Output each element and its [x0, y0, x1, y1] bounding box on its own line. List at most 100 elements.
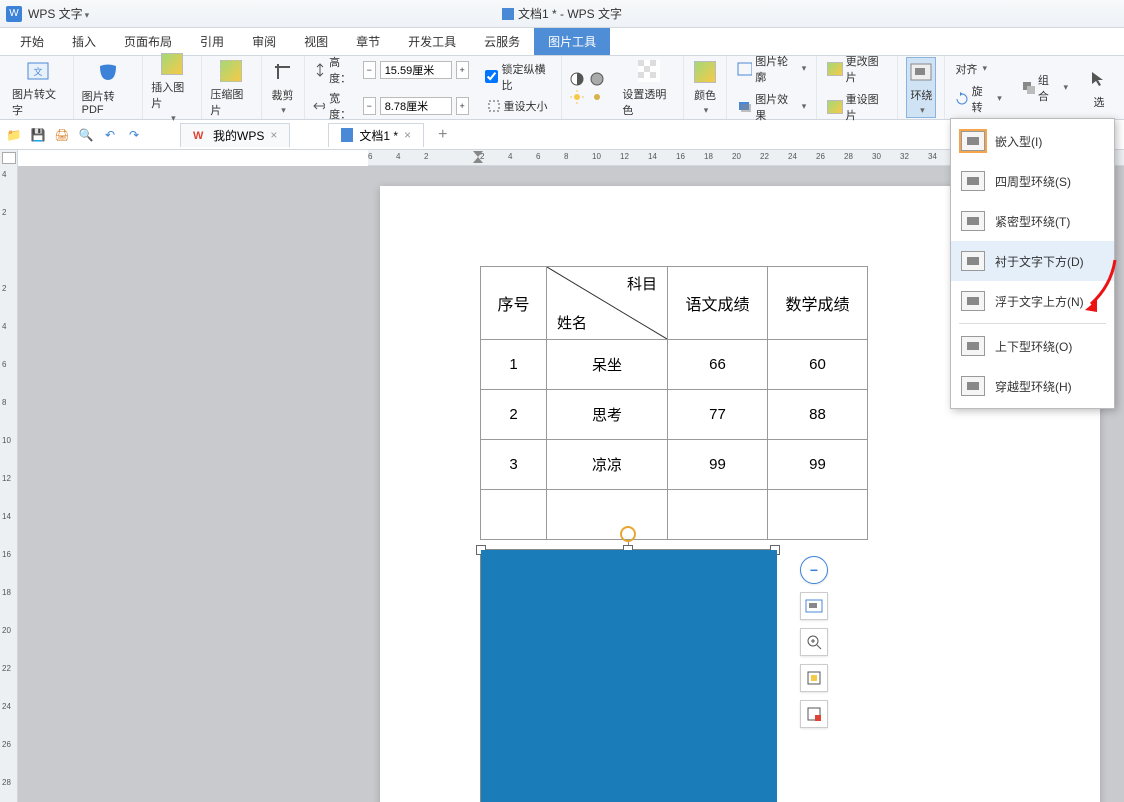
wrap-option-icon — [961, 376, 985, 396]
outline-button[interactable]: 图片轮廓 — [735, 52, 808, 86]
selected-image[interactable] — [480, 549, 776, 802]
close-icon[interactable]: × — [404, 128, 411, 142]
empty-cell[interactable] — [547, 490, 668, 540]
header-seq[interactable]: 序号 — [481, 267, 547, 340]
header-diagonal[interactable]: 科目 姓名 — [547, 267, 668, 340]
layout-button[interactable] — [800, 592, 828, 620]
contrast-down-icon[interactable] — [590, 72, 606, 86]
document-table[interactable]: 序号 科目 姓名 语文成绩 数学成绩 1呆坐66602思考77883凉凉9999 — [480, 266, 868, 540]
preview-icon[interactable]: 🔍 — [78, 127, 94, 143]
table-cell[interactable]: 1 — [481, 340, 547, 390]
wrap-option-label: 上下型环绕(O) — [995, 338, 1072, 355]
zoom-button[interactable] — [800, 628, 828, 656]
app-title[interactable]: WPS 文字 — [28, 5, 89, 22]
change-image-button[interactable]: 更改图片 — [825, 52, 889, 86]
rotate-handle[interactable] — [620, 526, 636, 542]
menu-tab-5[interactable]: 视图 — [290, 28, 342, 55]
wrap-option-label: 紧密型环绕(T) — [995, 213, 1070, 230]
insert-image-button[interactable]: 插入图片 — [151, 51, 193, 124]
menu-tab-4[interactable]: 审阅 — [238, 28, 290, 55]
ruler-tick: 10 — [2, 436, 11, 445]
image-icon — [827, 100, 842, 114]
compress-image-button[interactable]: 压缩图片 — [210, 58, 252, 118]
image-content — [481, 550, 777, 802]
ruler-tick: 2 — [2, 284, 6, 293]
print-icon[interactable]: 🖨 — [54, 127, 70, 143]
wrap-option-5[interactable]: 上下型环绕(O) — [951, 326, 1114, 366]
empty-cell[interactable] — [768, 490, 868, 540]
table-cell[interactable]: 思考 — [547, 390, 668, 440]
brightness-down-icon[interactable] — [590, 90, 606, 104]
reset-image-button[interactable]: 重设图片 — [825, 90, 889, 124]
table-cell[interactable]: 呆坐 — [547, 340, 668, 390]
table-cell[interactable]: 99 — [668, 440, 768, 490]
lock-ratio-checkbox[interactable] — [485, 70, 498, 83]
table-cell[interactable]: 凉凉 — [547, 440, 668, 490]
brightness-icon[interactable] — [570, 90, 586, 104]
width-increase[interactable]: + — [456, 97, 469, 115]
header-col3[interactable]: 数学成绩 — [768, 267, 868, 340]
contrast-icon[interactable] — [570, 72, 586, 86]
vertical-ruler[interactable]: 42246810121416182022242628 — [0, 150, 18, 802]
combine-button[interactable]: 组合 — [1020, 71, 1070, 105]
menu-tab-1[interactable]: 插入 — [58, 28, 110, 55]
table-cell[interactable]: 2 — [481, 390, 547, 440]
save-icon[interactable]: 💾 — [30, 127, 46, 143]
table-cell[interactable]: 60 — [768, 340, 868, 390]
collapse-button[interactable]: − — [800, 556, 828, 584]
menu-tab-6[interactable]: 章节 — [342, 28, 394, 55]
table-cell[interactable]: 99 — [768, 440, 868, 490]
new-tab-button[interactable]: + — [438, 126, 447, 144]
wrap-button[interactable]: 环绕 — [906, 57, 936, 118]
menu-tab-7[interactable]: 开发工具 — [394, 28, 470, 55]
menu-tab-3[interactable]: 引用 — [186, 28, 238, 55]
wrap-option-0[interactable]: 嵌入型(I) — [951, 121, 1114, 161]
table-cell[interactable]: 66 — [668, 340, 768, 390]
undo-icon[interactable]: ↶ — [102, 127, 118, 143]
table-cell[interactable]: 88 — [768, 390, 868, 440]
redo-icon[interactable]: ↷ — [126, 127, 142, 143]
menu-tab-8[interactable]: 云服务 — [470, 28, 534, 55]
ruler-tick: 4 — [2, 170, 6, 179]
label: 更改图片 — [846, 53, 888, 85]
empty-cell[interactable] — [668, 490, 768, 540]
wrap-option-4[interactable]: 浮于文字上方(N) — [951, 281, 1114, 321]
wps-home-tab[interactable]: W 我的WPS × — [180, 123, 290, 147]
ruler-tick: 28 — [2, 778, 11, 787]
reset-size-button[interactable]: 重设大小 — [485, 97, 550, 115]
effect-button[interactable]: 图片效果 — [735, 90, 808, 124]
ruler-tick: 16 — [2, 550, 11, 559]
img-to-text-button[interactable]: 文 图片转文字 — [12, 58, 65, 118]
wrap-option-6[interactable]: 穿越型环绕(H) — [951, 366, 1114, 406]
wrap-option-3[interactable]: 衬于文字下方(D) — [951, 241, 1114, 281]
table-cell[interactable]: 3 — [481, 440, 547, 490]
height-increase[interactable]: + — [456, 61, 469, 79]
menu-tab-9[interactable]: 图片工具 — [534, 28, 610, 55]
img-to-pdf-button[interactable]: 图片转PDF — [82, 60, 135, 116]
ruler-tick: 30 — [872, 152, 881, 161]
width-input[interactable] — [380, 97, 452, 115]
height-decrease[interactable]: − — [363, 61, 376, 79]
menu-tab-0[interactable]: 开始 — [6, 28, 58, 55]
empty-cell[interactable] — [481, 490, 547, 540]
wps-logo-icon: W — [193, 128, 207, 142]
document-tab[interactable]: 文档1 * × — [328, 123, 424, 147]
color-button[interactable]: 颜色 — [692, 59, 718, 116]
wrap-option-2[interactable]: 紧密型环绕(T) — [951, 201, 1114, 241]
label: 选 — [1094, 94, 1105, 110]
width-decrease[interactable]: − — [363, 97, 376, 115]
table-cell[interactable]: 77 — [668, 390, 768, 440]
crop-button[interactable]: 裁剪 — [270, 59, 296, 116]
crop-float-button[interactable] — [800, 664, 828, 692]
header-col2[interactable]: 语文成绩 — [668, 267, 768, 340]
height-input[interactable] — [380, 61, 452, 79]
close-icon[interactable]: × — [270, 128, 277, 142]
document-title: 文档1 * - WPS 文字 — [502, 5, 622, 22]
reset-float-button[interactable] — [800, 700, 828, 728]
align-button[interactable]: 对齐 — [953, 60, 989, 78]
rotate-button[interactable]: 旋转 — [953, 82, 1003, 116]
select-button[interactable]: 选 — [1086, 66, 1112, 110]
open-icon[interactable]: 📁 — [6, 127, 22, 143]
wrap-option-1[interactable]: 四周型环绕(S) — [951, 161, 1114, 201]
set-transparent-button[interactable]: 设置透明色 — [622, 58, 675, 118]
